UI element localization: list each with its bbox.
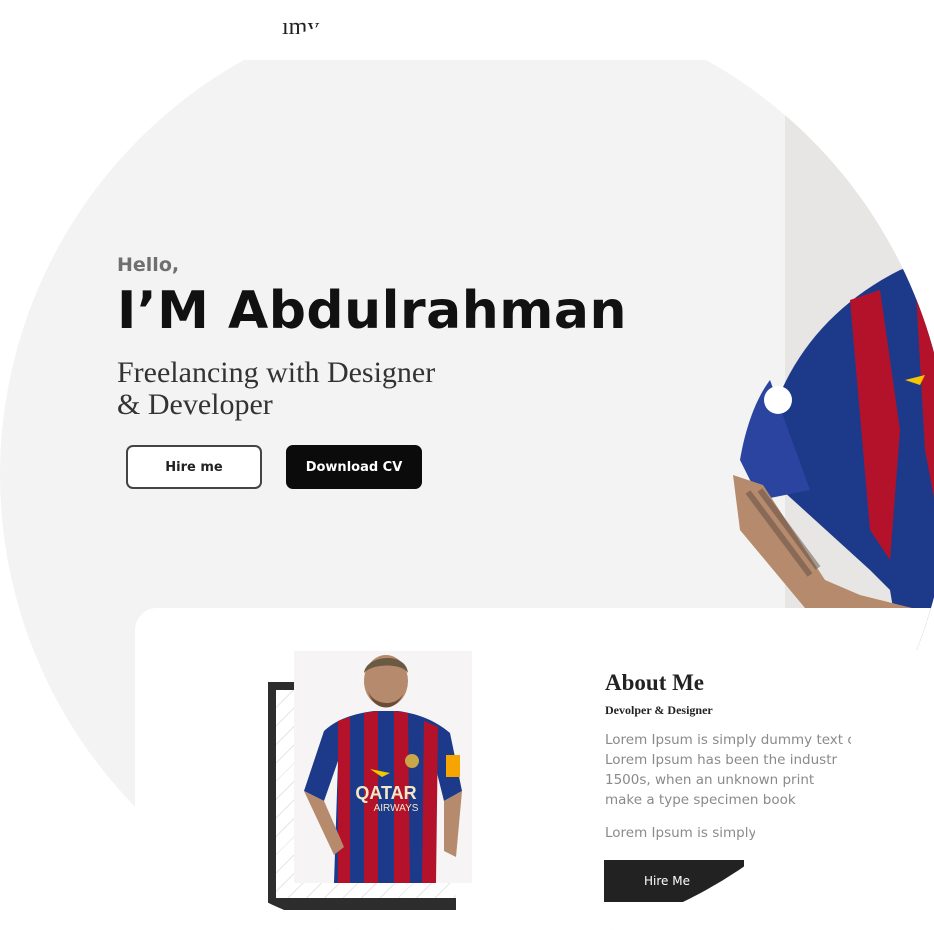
about-paragraph-line: make a type specimen book [605,792,796,808]
hero-name: I’M Abdulrahman [117,281,628,341]
hero-tagline-line1: Freelancing with Designer [117,356,436,389]
about-title: About Me [605,670,705,695]
hero-greeting: Hello, [117,254,180,276]
hire-me-button[interactable]: Hire me [126,445,262,489]
about-paragraph: Lorem Ipsum is simply dummy text c Lorem… [605,730,851,810]
hero-tagline: Freelancing with Designer & Developer [117,357,477,421]
photo-frame-bottom [268,898,456,908]
about-paragraph-line: Lorem Ipsum is simply dummy text c [605,732,851,748]
about-subtitle: Devolper & Designer [605,703,713,717]
about-hire-me-button[interactable]: Hire Me [604,860,744,902]
hero-player-photo [733,250,934,650]
about-paragraph-line: 1500s, when an unknown print [605,772,815,788]
download-cv-button[interactable]: Download CV [286,445,422,489]
hero-tagline-line2: & Developer [117,388,273,421]
about-player-photo: QATAR AIRWAYS [294,651,472,883]
about-paragraph-line: Lorem Ipsum has been the industr [605,752,838,768]
svg-text:AIRWAYS: AIRWAYS [374,803,419,814]
about-paragraph-2: Lorem Ipsum is simply [605,825,755,841]
circular-viewport: Hello, I’M Abdulrahman Freelancing with … [0,0,934,930]
svg-text:QATAR: QATAR [355,783,416,803]
